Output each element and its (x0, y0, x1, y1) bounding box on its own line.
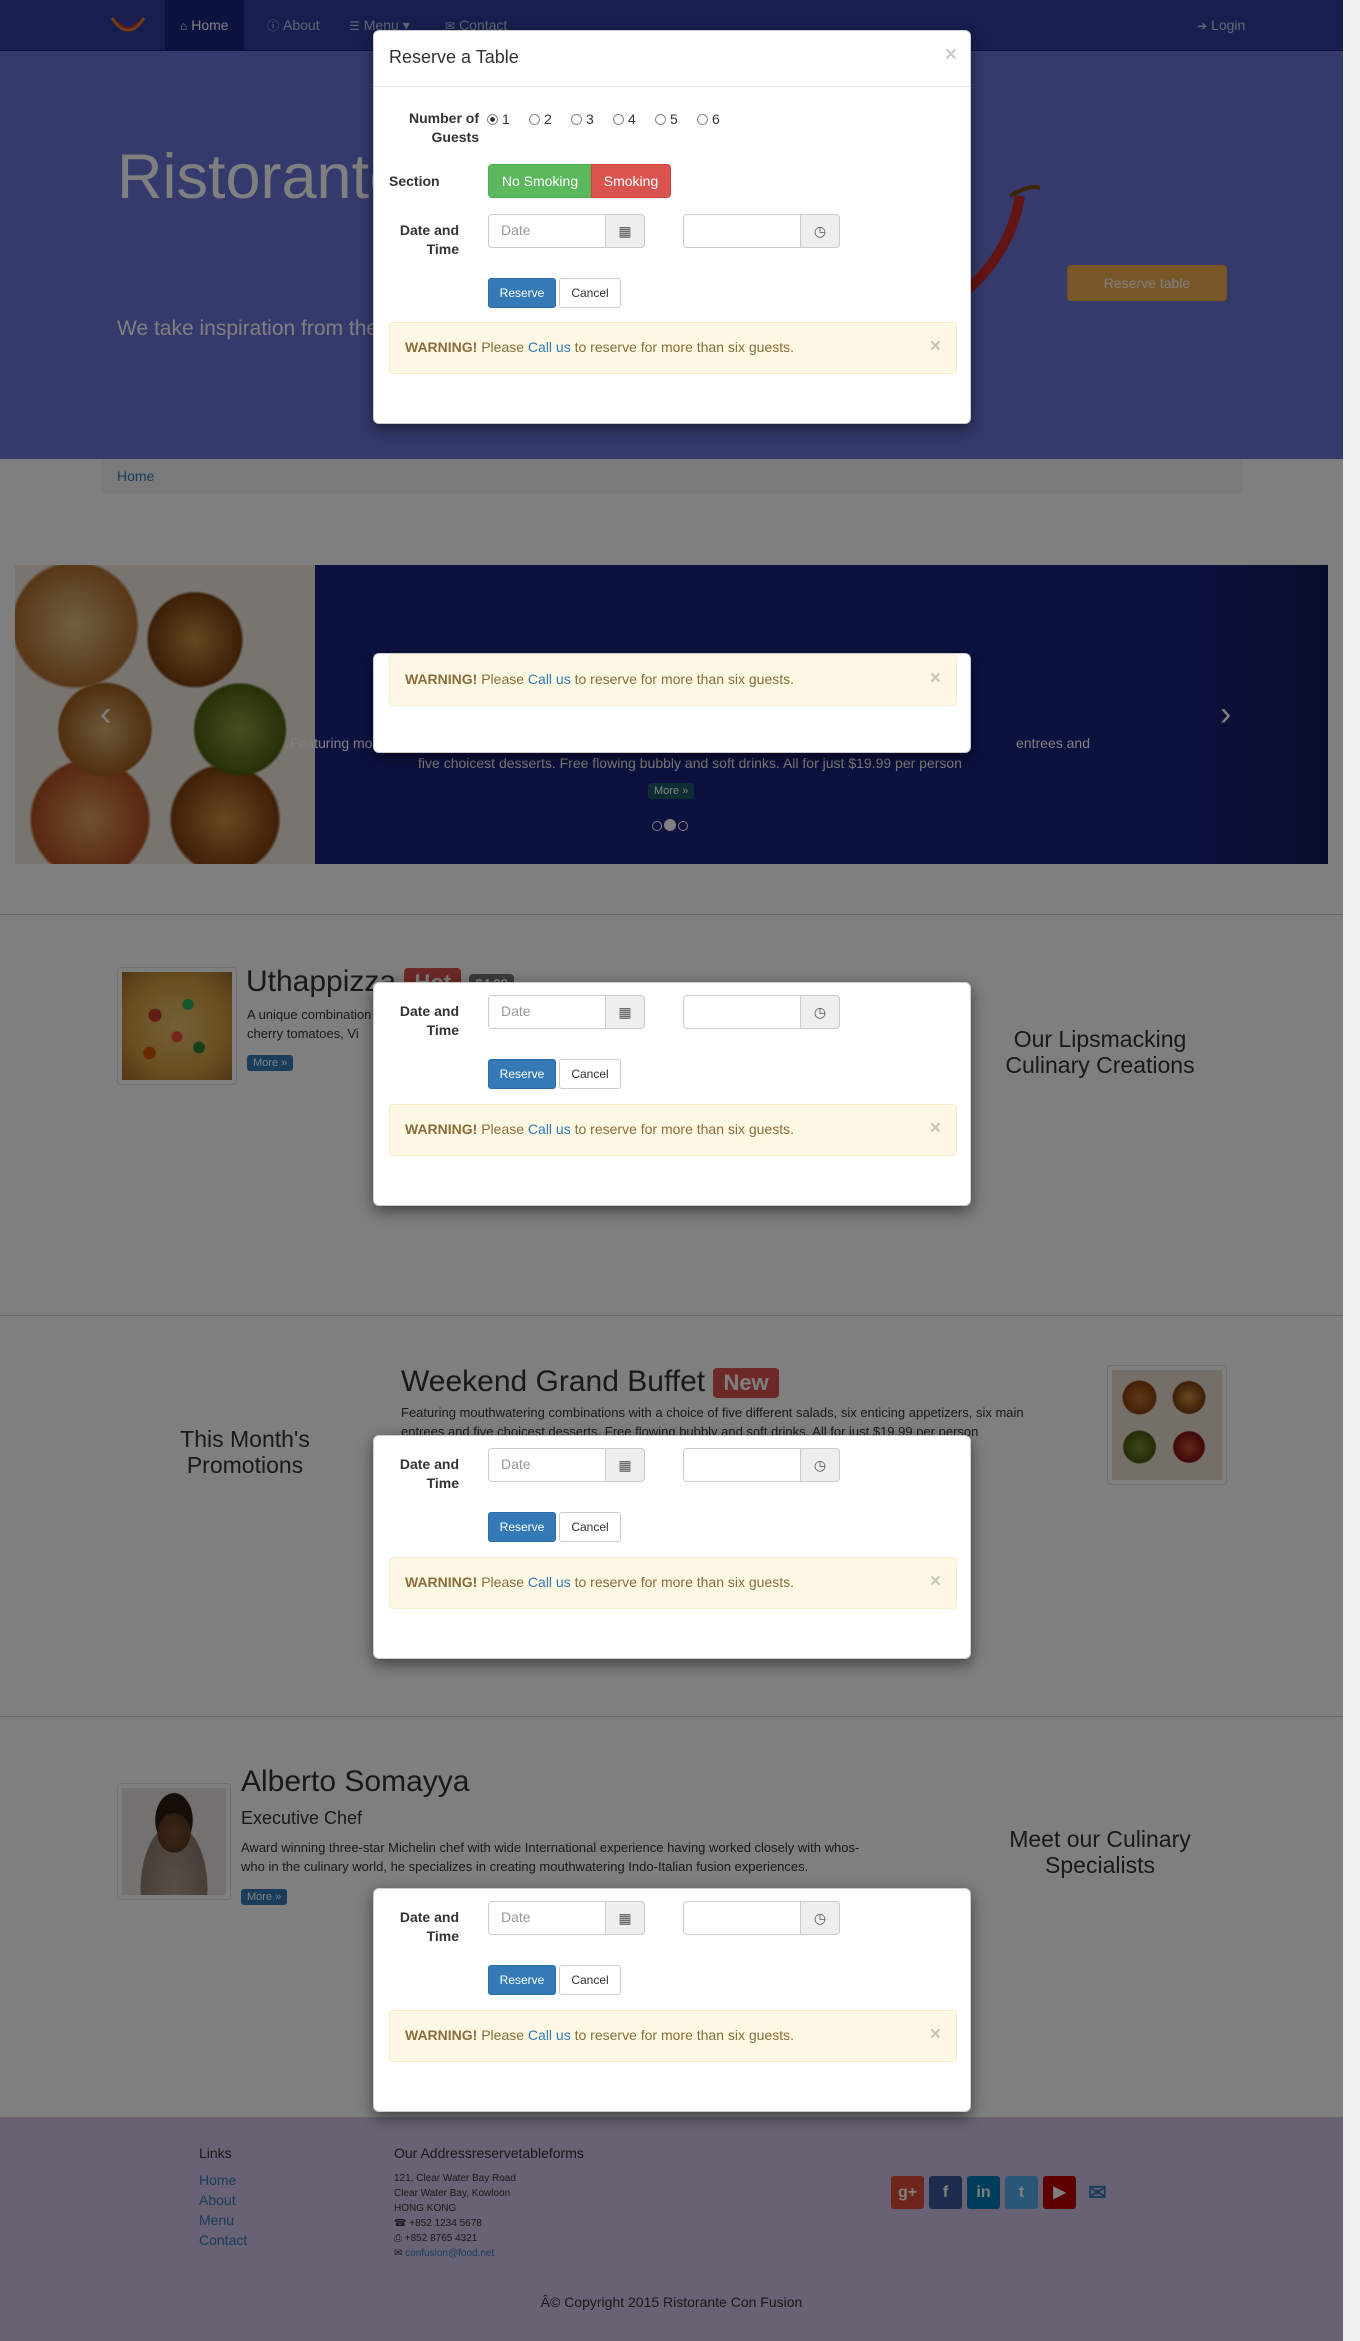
cancel-button[interactable]: Cancel (559, 278, 621, 308)
warning-alert: WARNING! Please Call us to reserve for m… (389, 654, 957, 706)
datetime-label: Date and Time (399, 222, 459, 257)
calendar-icon[interactable]: ▦ (605, 214, 645, 248)
time-input[interactable] (683, 1901, 801, 1935)
guests-radio-1[interactable]: 1 (487, 111, 510, 127)
date-input[interactable]: Date (488, 995, 606, 1029)
scrollbar[interactable] (1343, 0, 1360, 2341)
time-input[interactable] (683, 995, 801, 1029)
radio-icon (571, 114, 582, 125)
no-smoking-button[interactable]: No Smoking (488, 164, 592, 198)
clock-icon[interactable]: ◷ (800, 214, 840, 248)
guests-radio-2[interactable]: 2 (529, 111, 552, 127)
clock-icon[interactable]: ◷ (800, 1448, 840, 1482)
section-label: Section (389, 173, 440, 189)
modal-title: Reserve a Table (389, 47, 519, 67)
alert-close-icon[interactable]: × (930, 668, 941, 690)
warning-alert: WARNING! Please Call us to reserve for m… (389, 2010, 957, 2062)
radio-icon (655, 114, 666, 125)
cancel-button[interactable]: Cancel (559, 1965, 621, 1995)
call-us-link[interactable]: Call us (528, 671, 571, 687)
reserve-modal-fragment: WARNING! Please Call us to reserve for m… (373, 653, 971, 753)
modal-header: Reserve a Table × (374, 31, 970, 87)
guests-radio-3[interactable]: 3 (571, 111, 594, 127)
datetime-label: Date and Time (399, 1456, 459, 1491)
warning-alert: WARNING! Please Call us to reserve for m… (389, 1104, 957, 1156)
warning-alert: WARNING! Please Call us to reserve for m… (389, 322, 957, 374)
alert-close-icon[interactable]: × (930, 2024, 941, 2046)
time-input[interactable] (683, 1448, 801, 1482)
date-input[interactable]: Date (488, 1448, 606, 1482)
clock-icon[interactable]: ◷ (800, 1901, 840, 1935)
date-input[interactable]: Date (488, 1901, 606, 1935)
reserve-modal: Reserve a Table × Number of Guests 1 2 3… (373, 30, 971, 424)
reserve-button[interactable]: Reserve (488, 278, 556, 308)
guests-radio-4[interactable]: 4 (613, 111, 636, 127)
radio-icon (613, 114, 624, 125)
warning-alert: WARNING! Please Call us to reserve for m… (389, 1557, 957, 1609)
reserve-button[interactable]: Reserve (488, 1512, 556, 1542)
reserve-modal-fragment: Date and Time Date ▦ ◷ Reserve Cancel WA… (373, 982, 971, 1206)
alert-close-icon[interactable]: × (930, 1571, 941, 1593)
call-us-link[interactable]: Call us (528, 1574, 571, 1590)
modal-close-icon[interactable]: × (945, 43, 957, 67)
radio-icon (697, 114, 708, 125)
radio-icon (529, 114, 540, 125)
guests-label: Number of Guests (409, 110, 479, 145)
calendar-icon[interactable]: ▦ (605, 1901, 645, 1935)
call-us-link[interactable]: Call us (528, 339, 571, 355)
smoking-button[interactable]: Smoking (591, 164, 671, 198)
guests-radio-6[interactable]: 6 (697, 111, 720, 127)
alert-close-icon[interactable]: × (930, 1118, 941, 1140)
guests-radio-5[interactable]: 5 (655, 111, 678, 127)
cancel-button[interactable]: Cancel (559, 1512, 621, 1542)
date-input[interactable]: Date (488, 214, 606, 248)
alert-close-icon[interactable]: × (930, 336, 941, 358)
calendar-icon[interactable]: ▦ (605, 1448, 645, 1482)
reserve-modal-fragment: Date and Time Date ▦ ◷ Reserve Cancel WA… (373, 1435, 971, 1659)
call-us-link[interactable]: Call us (528, 2027, 571, 2043)
datetime-label: Date and Time (399, 1909, 459, 1944)
reserve-button[interactable]: Reserve (488, 1059, 556, 1089)
reserve-modal-fragment: Date and Time Date ▦ ◷ Reserve Cancel WA… (373, 1888, 971, 2112)
cancel-button[interactable]: Cancel (559, 1059, 621, 1089)
calendar-icon[interactable]: ▦ (605, 995, 645, 1029)
call-us-link[interactable]: Call us (528, 1121, 571, 1137)
datetime-label: Date and Time (399, 1003, 459, 1038)
time-input[interactable] (683, 214, 801, 248)
clock-icon[interactable]: ◷ (800, 995, 840, 1029)
reserve-button[interactable]: Reserve (488, 1965, 556, 1995)
radio-icon (487, 114, 498, 125)
